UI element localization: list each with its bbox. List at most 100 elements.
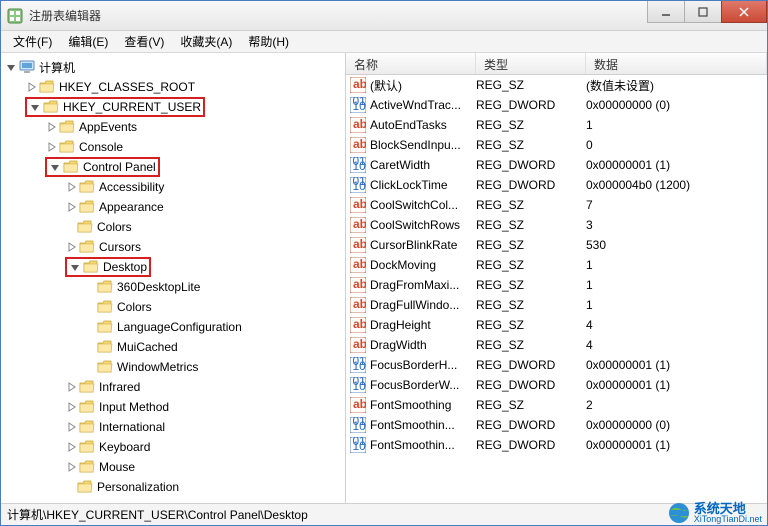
maximize-button[interactable] — [684, 1, 722, 23]
tree-console[interactable]: Console — [1, 137, 345, 157]
menu-help[interactable]: 帮助(H) — [240, 31, 297, 52]
folder-icon — [59, 119, 75, 135]
list-pane: 名称 类型 数据 (默认)REG_SZ(数值未设置)ActiveWndTrac.… — [346, 53, 767, 503]
value-row[interactable]: CaretWidthREG_DWORD0x00000001 (1) — [346, 155, 767, 175]
value-data: (数值未设置) — [586, 77, 767, 94]
tree-cursors[interactable]: Cursors — [1, 237, 345, 257]
folder-icon — [77, 479, 93, 495]
registry-editor-window: 注册表编辑器 文件(F) 编辑(E) 查看(V) 收藏夹(A) 帮助(H) 计算… — [0, 0, 768, 526]
tree-mouse[interactable]: Mouse — [1, 457, 345, 477]
value-type: REG_SZ — [476, 318, 586, 332]
expand-icon[interactable] — [29, 101, 41, 113]
value-type: REG_SZ — [476, 278, 586, 292]
expand-icon[interactable] — [65, 381, 77, 393]
menubar: 文件(F) 编辑(E) 查看(V) 收藏夹(A) 帮助(H) — [1, 31, 767, 53]
menu-edit[interactable]: 编辑(E) — [60, 31, 116, 52]
tree-international[interactable]: International — [1, 417, 345, 437]
value-name: ActiveWndTrac... — [370, 98, 461, 112]
value-data: 3 — [586, 218, 767, 232]
col-name[interactable]: 名称 — [346, 53, 476, 74]
tree-desktoplite[interactable]: 360DesktopLite — [1, 277, 345, 297]
expand-icon[interactable] — [25, 81, 37, 93]
value-row[interactable]: FontSmoothingREG_SZ2 — [346, 395, 767, 415]
value-row[interactable]: DragFullWindo...REG_SZ1 — [346, 295, 767, 315]
titlebar[interactable]: 注册表编辑器 — [1, 1, 767, 31]
value-type: REG_SZ — [476, 198, 586, 212]
tree-personalization[interactable]: Personalization — [1, 477, 345, 497]
value-row[interactable]: DragFromMaxi...REG_SZ1 — [346, 275, 767, 295]
string-value-icon — [350, 137, 366, 153]
folder-icon — [79, 419, 95, 435]
string-value-icon — [350, 257, 366, 273]
expand-icon[interactable] — [65, 201, 77, 213]
tree-hkcr[interactable]: HKEY_CLASSES_ROOT — [1, 77, 345, 97]
list-body[interactable]: (默认)REG_SZ(数值未设置)ActiveWndTrac...REG_DWO… — [346, 75, 767, 503]
string-value-icon — [350, 397, 366, 413]
tree-hkcu[interactable]: HKEY_CURRENT_USER — [1, 97, 345, 117]
tree-input-method[interactable]: Input Method — [1, 397, 345, 417]
tree-control-panel[interactable]: Control Panel — [1, 157, 345, 177]
folder-icon — [97, 339, 113, 355]
value-data: 4 — [586, 318, 767, 332]
binary-value-icon — [350, 157, 366, 173]
value-row[interactable]: CoolSwitchRowsREG_SZ3 — [346, 215, 767, 235]
tree-appearance[interactable]: Appearance — [1, 197, 345, 217]
value-row[interactable]: FontSmoothin...REG_DWORD0x00000001 (1) — [346, 435, 767, 455]
value-row[interactable]: DragWidthREG_SZ4 — [346, 335, 767, 355]
value-row[interactable]: FocusBorderW...REG_DWORD0x00000001 (1) — [346, 375, 767, 395]
binary-value-icon — [350, 417, 366, 433]
value-type: REG_DWORD — [476, 378, 586, 392]
expand-icon[interactable] — [5, 61, 17, 73]
tree-accessibility[interactable]: Accessibility — [1, 177, 345, 197]
expand-icon[interactable] — [69, 261, 81, 273]
expand-icon[interactable] — [45, 141, 57, 153]
value-data: 0x00000001 (1) — [586, 378, 767, 392]
value-row[interactable]: (默认)REG_SZ(数值未设置) — [346, 75, 767, 95]
value-row[interactable]: FontSmoothin...REG_DWORD0x00000000 (0) — [346, 415, 767, 435]
col-data[interactable]: 数据 — [586, 53, 767, 74]
tree-langconf[interactable]: LanguageConfiguration — [1, 317, 345, 337]
value-row[interactable]: BlockSendInpu...REG_SZ0 — [346, 135, 767, 155]
expand-icon[interactable] — [49, 161, 61, 173]
expand-icon[interactable] — [65, 421, 77, 433]
expand-icon[interactable] — [65, 441, 77, 453]
tree-pane[interactable]: 计算机 HKEY_CLASSES_ROOT HKEY_CUR — [1, 53, 346, 503]
close-button[interactable] — [721, 1, 767, 23]
folder-icon — [43, 99, 59, 115]
menu-favorites[interactable]: 收藏夹(A) — [172, 31, 240, 52]
col-type[interactable]: 类型 — [476, 53, 586, 74]
value-row[interactable]: CoolSwitchCol...REG_SZ7 — [346, 195, 767, 215]
minimize-button[interactable] — [647, 1, 685, 23]
menu-view[interactable]: 查看(V) — [116, 31, 172, 52]
value-data: 0x00000001 (1) — [586, 358, 767, 372]
value-row[interactable]: DockMovingREG_SZ1 — [346, 255, 767, 275]
value-type: REG_SZ — [476, 258, 586, 272]
value-name: DragFromMaxi... — [370, 278, 459, 292]
value-row[interactable]: CursorBlinkRateREG_SZ530 — [346, 235, 767, 255]
expand-icon[interactable] — [65, 401, 77, 413]
value-row[interactable]: DragHeightREG_SZ4 — [346, 315, 767, 335]
expand-icon[interactable] — [65, 181, 77, 193]
tree-root[interactable]: 计算机 — [1, 57, 345, 77]
tree-appevents[interactable]: AppEvents — [1, 117, 345, 137]
value-row[interactable]: AutoEndTasksREG_SZ1 — [346, 115, 767, 135]
value-row[interactable]: FocusBorderH...REG_DWORD0x00000001 (1) — [346, 355, 767, 375]
tree-keyboard[interactable]: Keyboard — [1, 437, 345, 457]
expand-icon[interactable] — [65, 461, 77, 473]
tree-infrared[interactable]: Infrared — [1, 377, 345, 397]
menu-file[interactable]: 文件(F) — [5, 31, 60, 52]
status-path: 计算机\HKEY_CURRENT_USER\Control Panel\Desk… — [7, 506, 308, 523]
expand-icon[interactable] — [45, 121, 57, 133]
value-data: 0x00000000 (0) — [586, 98, 767, 112]
expand-icon[interactable] — [65, 241, 77, 253]
tree-desktop-colors[interactable]: Colors — [1, 297, 345, 317]
tree-muicached[interactable]: MuiCached — [1, 337, 345, 357]
string-value-icon — [350, 317, 366, 333]
tree-colors[interactable]: Colors — [1, 217, 345, 237]
binary-value-icon — [350, 377, 366, 393]
string-value-icon — [350, 297, 366, 313]
value-row[interactable]: ActiveWndTrac...REG_DWORD0x00000000 (0) — [346, 95, 767, 115]
tree-windowmetrics[interactable]: WindowMetrics — [1, 357, 345, 377]
tree-desktop[interactable]: Desktop — [1, 257, 345, 277]
value-row[interactable]: ClickLockTimeREG_DWORD0x000004b0 (1200) — [346, 175, 767, 195]
